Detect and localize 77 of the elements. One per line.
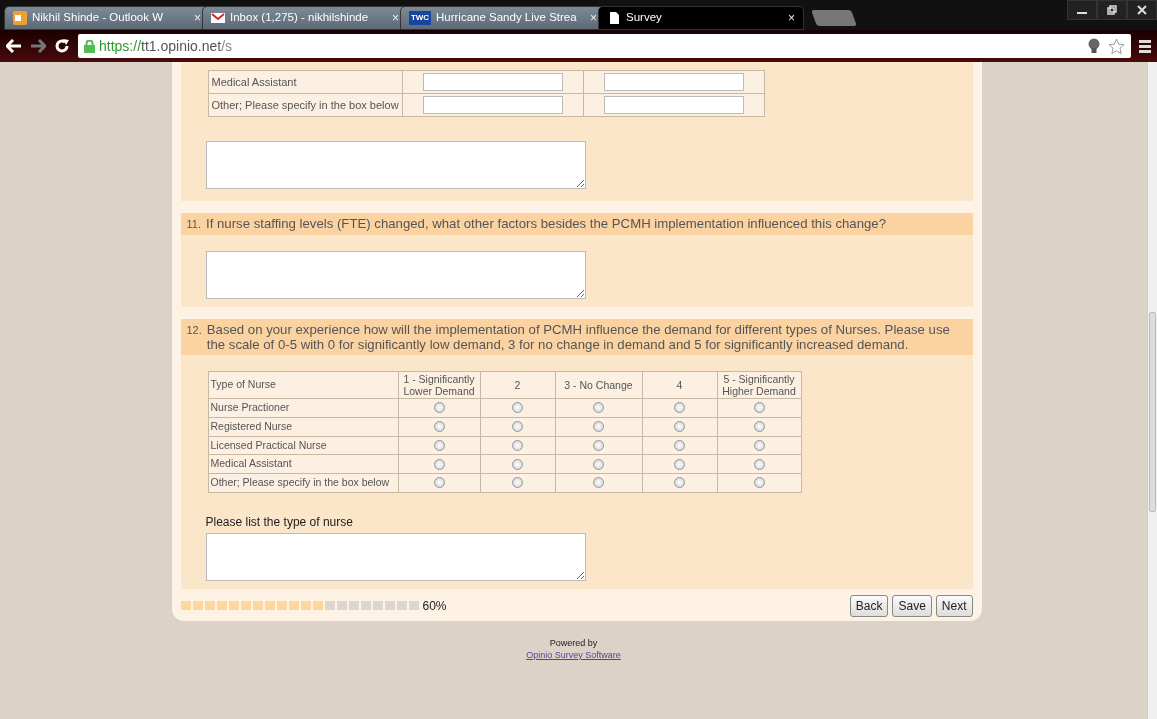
- column-header: 1 - Significantly Lower Demand: [398, 371, 480, 399]
- radio-button[interactable]: [593, 402, 604, 414]
- row-label: Medical Assistant: [208, 454, 398, 474]
- column-header: 3 - No Change: [555, 371, 642, 399]
- radio-button[interactable]: [512, 439, 523, 451]
- radio-button[interactable]: [753, 439, 765, 451]
- close-icon[interactable]: [1127, 0, 1157, 20]
- radio-button[interactable]: [593, 477, 604, 489]
- radio-button[interactable]: [753, 421, 765, 433]
- question-text: If nurse staffing levels (FTE) changed, what other factors besides the PCMH implementation influenced this change?: [206, 216, 886, 232]
- radio-button[interactable]: [433, 458, 445, 470]
- nav-button[interactable]: Save: [892, 594, 932, 617]
- comment-box[interactable]: [205, 141, 586, 189]
- powered-by-text: Powered by: [548, 636, 599, 649]
- close-icon[interactable]: ×: [590, 9, 597, 27]
- reload-icon[interactable]: [54, 38, 70, 54]
- radio-button[interactable]: [674, 439, 685, 451]
- radio-button[interactable]: [674, 477, 685, 489]
- close-icon[interactable]: ×: [788, 9, 795, 27]
- row-label: Other; Please specify in the box below: [208, 93, 403, 117]
- lock-icon: [84, 39, 95, 53]
- row-label: Nurse Practioner: [208, 398, 398, 418]
- field-label: Please list the type of nurse: [205, 513, 354, 531]
- radio-button[interactable]: [512, 477, 523, 489]
- bulb-icon[interactable]: [1088, 38, 1100, 54]
- restore-icon[interactable]: [1097, 0, 1127, 20]
- radio-button[interactable]: [512, 421, 523, 433]
- nav-button[interactable]: Back: [849, 594, 889, 617]
- scrollbar[interactable]: [1147, 62, 1157, 719]
- text-field[interactable]: [422, 73, 563, 91]
- page-icon: [607, 11, 621, 25]
- column-header: Type of Nurse: [208, 371, 398, 399]
- nav-button[interactable]: Next: [935, 594, 973, 617]
- forward-icon[interactable]: [30, 39, 46, 53]
- radio-button[interactable]: [753, 458, 765, 470]
- text-field[interactable]: [422, 96, 563, 114]
- radio-button[interactable]: [593, 458, 604, 470]
- radio-button[interactable]: [593, 421, 604, 433]
- new-tab-button[interactable]: [811, 10, 857, 26]
- radio-button[interactable]: [433, 477, 445, 489]
- column-header: 2: [480, 371, 555, 399]
- radio-button[interactable]: [433, 402, 445, 414]
- question-number: 12.: [186, 323, 202, 338]
- row-label: Medical Assistant: [208, 70, 403, 94]
- row-label: Licensed Practical Nurse: [208, 436, 398, 455]
- radio-button[interactable]: [674, 402, 685, 414]
- software-link[interactable]: Opinio Survey Software: [526, 649, 621, 660]
- radio-button[interactable]: [674, 458, 685, 470]
- menu-icon[interactable]: [1139, 39, 1151, 53]
- row-label: Other; Please specify in the box below: [208, 473, 398, 493]
- radio-button[interactable]: [433, 439, 445, 451]
- close-icon[interactable]: ×: [392, 9, 399, 27]
- close-icon[interactable]: ×: [194, 9, 201, 27]
- radio-button[interactable]: [674, 421, 685, 433]
- radio-button[interactable]: [512, 458, 523, 470]
- answer-box[interactable]: [205, 251, 586, 299]
- text-field[interactable]: [603, 73, 744, 91]
- question-number: 11.: [186, 217, 201, 232]
- radio-button[interactable]: [753, 402, 765, 414]
- answer-box[interactable]: [205, 532, 586, 581]
- progress-reading: 60%: [422, 597, 447, 615]
- column-header: 4: [642, 371, 717, 399]
- radio-button[interactable]: [753, 477, 765, 489]
- back-icon[interactable]: [6, 39, 22, 53]
- browser-tab[interactable]: Survey ×: [598, 6, 804, 30]
- logo-icon: TWC: [409, 11, 431, 25]
- radio-button[interactable]: [433, 421, 445, 433]
- address-bar[interactable]: https://tt1.opinio.net/s: [78, 34, 1131, 58]
- radio-button[interactable]: [512, 402, 523, 414]
- radio-button[interactable]: [593, 439, 604, 451]
- minimize-icon[interactable]: [1067, 0, 1097, 20]
- row-label: Registered Nurse: [208, 417, 398, 436]
- url-text: https://tt1.opinio.net/s: [99, 36, 233, 56]
- column-header: 5 - Significantly Higher Demand: [717, 371, 801, 399]
- text-field[interactable]: [603, 96, 744, 114]
- star-icon[interactable]: [1108, 37, 1125, 55]
- question-text: Based on your experience how will the implementation of PCMH influence the demand for different types of Nurses. Please use the scale of 0-5 with 0 for significantly low demand, 3 for no change in demand and 5 for significantly increased demand.: [206, 322, 951, 352]
